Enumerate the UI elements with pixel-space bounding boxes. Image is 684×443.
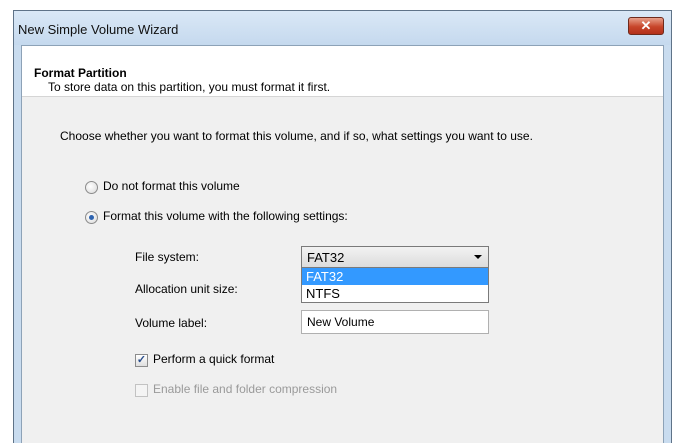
close-icon: ✕ — [640, 18, 652, 33]
format-volume-label[interactable]: Format this volume with the following se… — [103, 209, 348, 223]
file-system-label: File system: — [135, 250, 200, 264]
quick-format-checkbox[interactable]: ✓ — [135, 354, 148, 367]
wizard-header: Format Partition To store data on this p… — [22, 46, 663, 97]
file-system-value: FAT32 — [307, 250, 345, 265]
do-not-format-label[interactable]: Do not format this volume — [103, 179, 240, 193]
close-button[interactable]: ✕ — [628, 17, 664, 35]
quick-format-label[interactable]: Perform a quick format — [153, 352, 274, 366]
wizard-body: Choose whether you want to format this v… — [22, 97, 663, 443]
do-not-format-radio[interactable] — [85, 181, 98, 194]
chevron-down-icon[interactable] — [474, 255, 482, 259]
file-system-select[interactable]: FAT32 — [301, 246, 489, 268]
volume-label-label: Volume label: — [135, 316, 208, 330]
window-title: New Simple Volume Wizard — [18, 22, 179, 37]
dropdown-option-ntfs[interactable]: NTFS — [302, 285, 488, 302]
compression-label: Enable file and folder compression — [153, 382, 338, 396]
compression-checkbox[interactable] — [135, 384, 148, 397]
volume-label-value: New Volume — [307, 315, 375, 329]
dropdown-option-fat32[interactable]: FAT32 — [302, 268, 488, 285]
intro-text: Choose whether you want to format this v… — [60, 129, 533, 143]
format-volume-radio[interactable] — [85, 211, 98, 224]
title-bar[interactable]: New Simple Volume Wizard ✕ — [14, 11, 671, 45]
wizard-client-area: Format Partition To store data on this p… — [21, 45, 664, 443]
volume-label-input[interactable]: New Volume — [301, 310, 489, 334]
wizard-window: New Simple Volume Wizard ✕ Format Partit… — [13, 10, 672, 443]
page-subtitle: To store data on this partition, you mus… — [48, 80, 331, 94]
page-title: Format Partition — [34, 66, 127, 80]
allocation-unit-size-label: Allocation unit size: — [135, 282, 238, 296]
file-system-dropdown-list: FAT32 NTFS — [301, 267, 489, 303]
